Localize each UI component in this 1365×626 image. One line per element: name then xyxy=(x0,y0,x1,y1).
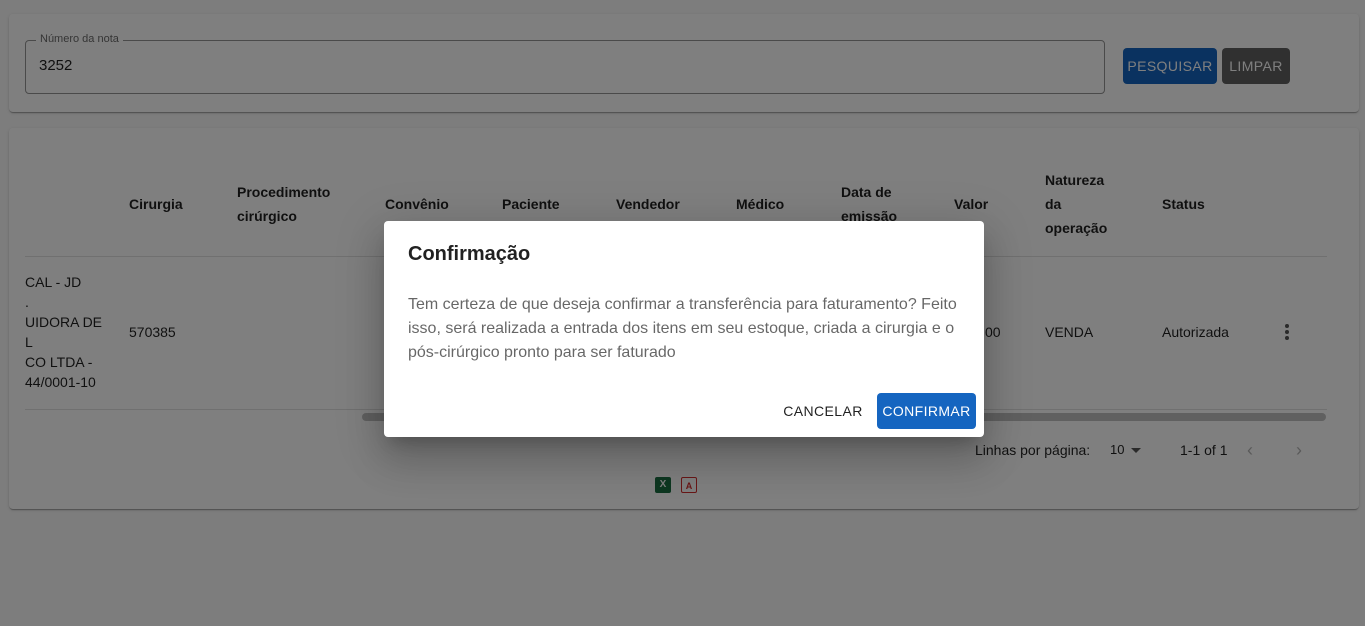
confirm-button[interactable]: CONFIRMAR xyxy=(877,393,976,429)
dialog-title: Confirmação xyxy=(408,243,531,265)
dialog-message: Tem certeza de que deseja confirmar a tr… xyxy=(408,296,957,361)
confirmation-dialog: Confirmação Tem certeza de que deseja co… xyxy=(384,221,984,437)
cancel-button[interactable]: CANCELAR xyxy=(777,393,869,429)
